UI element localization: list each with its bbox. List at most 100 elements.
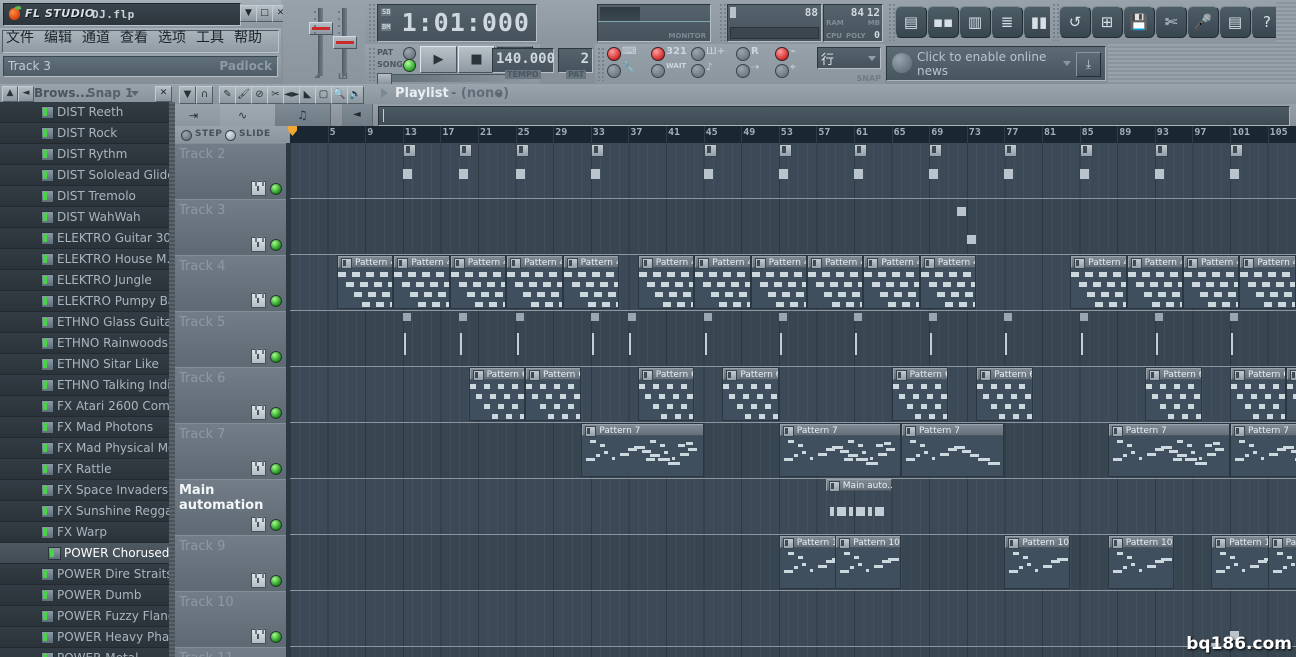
browser-close-icon[interactable]: ✕ <box>155 86 172 102</box>
clip-icon[interactable] <box>590 144 604 157</box>
pattern-clip[interactable]: Pattern 4 <box>449 255 507 309</box>
clip-marker[interactable] <box>929 313 938 321</box>
browser-back-icon[interactable]: ◄ <box>18 86 34 102</box>
track-enable-led[interactable] <box>270 183 282 195</box>
pattern-clip[interactable]: Pattern 10 <box>1004 535 1071 589</box>
save-icon[interactable]: 💾 <box>1123 6 1155 38</box>
lock-icon[interactable] <box>251 515 266 532</box>
menu-item-channel[interactable]: 通道 <box>82 31 110 46</box>
track-header[interactable]: Track 5 <box>175 311 286 368</box>
pattern-clip[interactable]: Pattern 6 <box>1230 367 1287 421</box>
browser-item[interactable]: POWER Fuzzy Flange <box>0 606 175 627</box>
track-header[interactable]: Track 2 <box>175 143 286 200</box>
playlist-menu-icon[interactable]: ▼ <box>179 86 196 104</box>
browser-item[interactable]: POWER Chorused <box>0 543 175 564</box>
clip-marker[interactable] <box>590 313 599 321</box>
maximize-button[interactable]: □ <box>256 5 273 22</box>
clip-icon[interactable] <box>402 144 416 157</box>
menu-item-file[interactable]: 文件 <box>6 31 34 46</box>
record-audio-icon[interactable]: 🎤 <box>1187 6 1219 38</box>
clip-marker[interactable] <box>778 313 787 321</box>
track-enable-led[interactable] <box>270 575 282 587</box>
pattern-clip[interactable]: Pattern 4 <box>393 255 450 309</box>
track-lane[interactable]: Pattern 10 Pattern 10 Pattern 10 Pattern 10… <box>290 535 1296 590</box>
master-volume-fader[interactable] <box>309 22 333 35</box>
track-header[interactable]: Track 6 <box>175 367 286 424</box>
clip-icon[interactable] <box>1154 144 1168 157</box>
playlist-text-field[interactable] <box>378 106 1290 126</box>
track-lane[interactable] <box>290 311 1296 366</box>
track-lane[interactable] <box>290 143 1296 198</box>
metronome-led[interactable] <box>691 47 705 61</box>
browser-item[interactable]: DIST Reeth <box>0 102 175 123</box>
menu-item-tools[interactable]: 工具 <box>196 31 224 46</box>
browser-item[interactable]: ELEKTRO Jungle <box>0 270 175 291</box>
midi-input-icon[interactable]: ⌖ <box>790 62 796 73</box>
track-enable-led[interactable] <box>270 463 282 475</box>
clip-marker[interactable] <box>1004 313 1013 321</box>
menu-item-options[interactable]: 选项 <box>158 31 186 46</box>
pattern-clip[interactable]: Pattern 6 <box>976 367 1033 421</box>
browser-item[interactable]: DIST WahWah <box>0 207 175 228</box>
pattern-clip[interactable]: Pattern 6 <box>1286 367 1296 421</box>
track-lane[interactable] <box>290 647 1296 657</box>
clip-icon[interactable] <box>1004 144 1018 157</box>
clip-icon[interactable] <box>1079 144 1093 157</box>
browser-item[interactable]: POWER Dire Straits <box>0 564 175 585</box>
tab-automation[interactable]: ∿ <box>220 104 276 126</box>
lock-icon[interactable] <box>251 291 266 308</box>
clip-marker[interactable] <box>1079 313 1088 321</box>
news-caret-icon[interactable] <box>1063 61 1071 66</box>
cut-icon[interactable]: ✄ <box>1155 6 1187 38</box>
menu-item-edit[interactable]: 编辑 <box>44 31 72 46</box>
track-enable-led[interactable] <box>270 631 282 643</box>
browser-item[interactable]: ELEKTRO Pumpy Bass <box>0 291 175 312</box>
clip-icon[interactable] <box>515 144 529 157</box>
clip-icon[interactable] <box>778 144 792 157</box>
pattern-clip[interactable]: Pattern 6 <box>891 367 948 421</box>
wait-led[interactable] <box>651 64 665 78</box>
track-header[interactable]: Main automation <box>175 479 286 536</box>
lock-icon[interactable] <box>251 571 266 588</box>
clip-marker[interactable] <box>1154 313 1163 321</box>
lock-icon[interactable] <box>251 347 266 364</box>
browser-item[interactable]: FX Atari 2600 Com... <box>0 396 175 417</box>
pattern-clip[interactable]: Pattern 4 <box>694 255 751 309</box>
pattern-clip[interactable]: Pattern 4 <box>750 255 807 309</box>
pattern-clip[interactable]: Pattern 7 <box>778 423 901 477</box>
pattern-clip[interactable]: Pattern 6 <box>525 367 582 421</box>
browser-up-icon[interactable]: ▲ <box>2 86 18 102</box>
song-mode-led[interactable] <box>403 59 416 72</box>
stepedit-led[interactable] <box>691 64 705 78</box>
pattern-clip[interactable]: Pattern 7 <box>1107 423 1230 477</box>
clip-marker[interactable] <box>957 207 967 216</box>
browser-item[interactable]: FX Space Invaders <box>0 480 175 501</box>
menu-item-help[interactable]: 帮助 <box>234 31 262 46</box>
minimize-button[interactable]: ▼ <box>240 5 257 22</box>
browser-item[interactable]: POWER Dumb <box>0 585 175 606</box>
track-header[interactable]: Track 10 <box>175 591 286 648</box>
master-pitch-fader[interactable] <box>333 36 357 49</box>
menu-item-view[interactable]: 查看 <box>120 31 148 46</box>
track-lane[interactable]: Main auto... <box>290 479 1296 534</box>
browser-item[interactable]: POWER Metal <box>0 648 175 657</box>
autoscroll-icon[interactable]: ⌁ <box>790 46 796 57</box>
browser-item[interactable]: FX Rattle <box>0 459 175 480</box>
track-enable-led[interactable] <box>270 295 282 307</box>
browser-item[interactable]: FX Mad Photons <box>0 417 175 438</box>
clip-icon[interactable] <box>459 144 473 157</box>
piano-roll-icon[interactable]: ▥ <box>959 6 991 38</box>
mute-tool-icon[interactable]: ✂ <box>267 86 284 104</box>
pattern-clip[interactable]: Pattern 4 <box>1070 255 1127 309</box>
track-lane[interactable]: Pattern 6 Pattern 6 Pattern 6 Pattern 6 Patt… <box>290 367 1296 422</box>
clip-marker[interactable] <box>966 235 976 244</box>
track-enable-led[interactable] <box>270 239 282 251</box>
play-button[interactable]: ▶ <box>420 46 457 73</box>
pattern-clip[interactable]: Pattern 4 <box>1239 255 1296 309</box>
lock-icon[interactable] <box>251 235 266 252</box>
zoom-tool-icon[interactable]: 🔍 <box>331 86 348 104</box>
track-header[interactable]: Track 11 <box>175 647 286 657</box>
pattern-clip[interactable]: Main auto... <box>825 479 892 533</box>
track-lane[interactable] <box>290 199 1296 254</box>
tab-notes[interactable]: ♫ <box>275 104 331 126</box>
